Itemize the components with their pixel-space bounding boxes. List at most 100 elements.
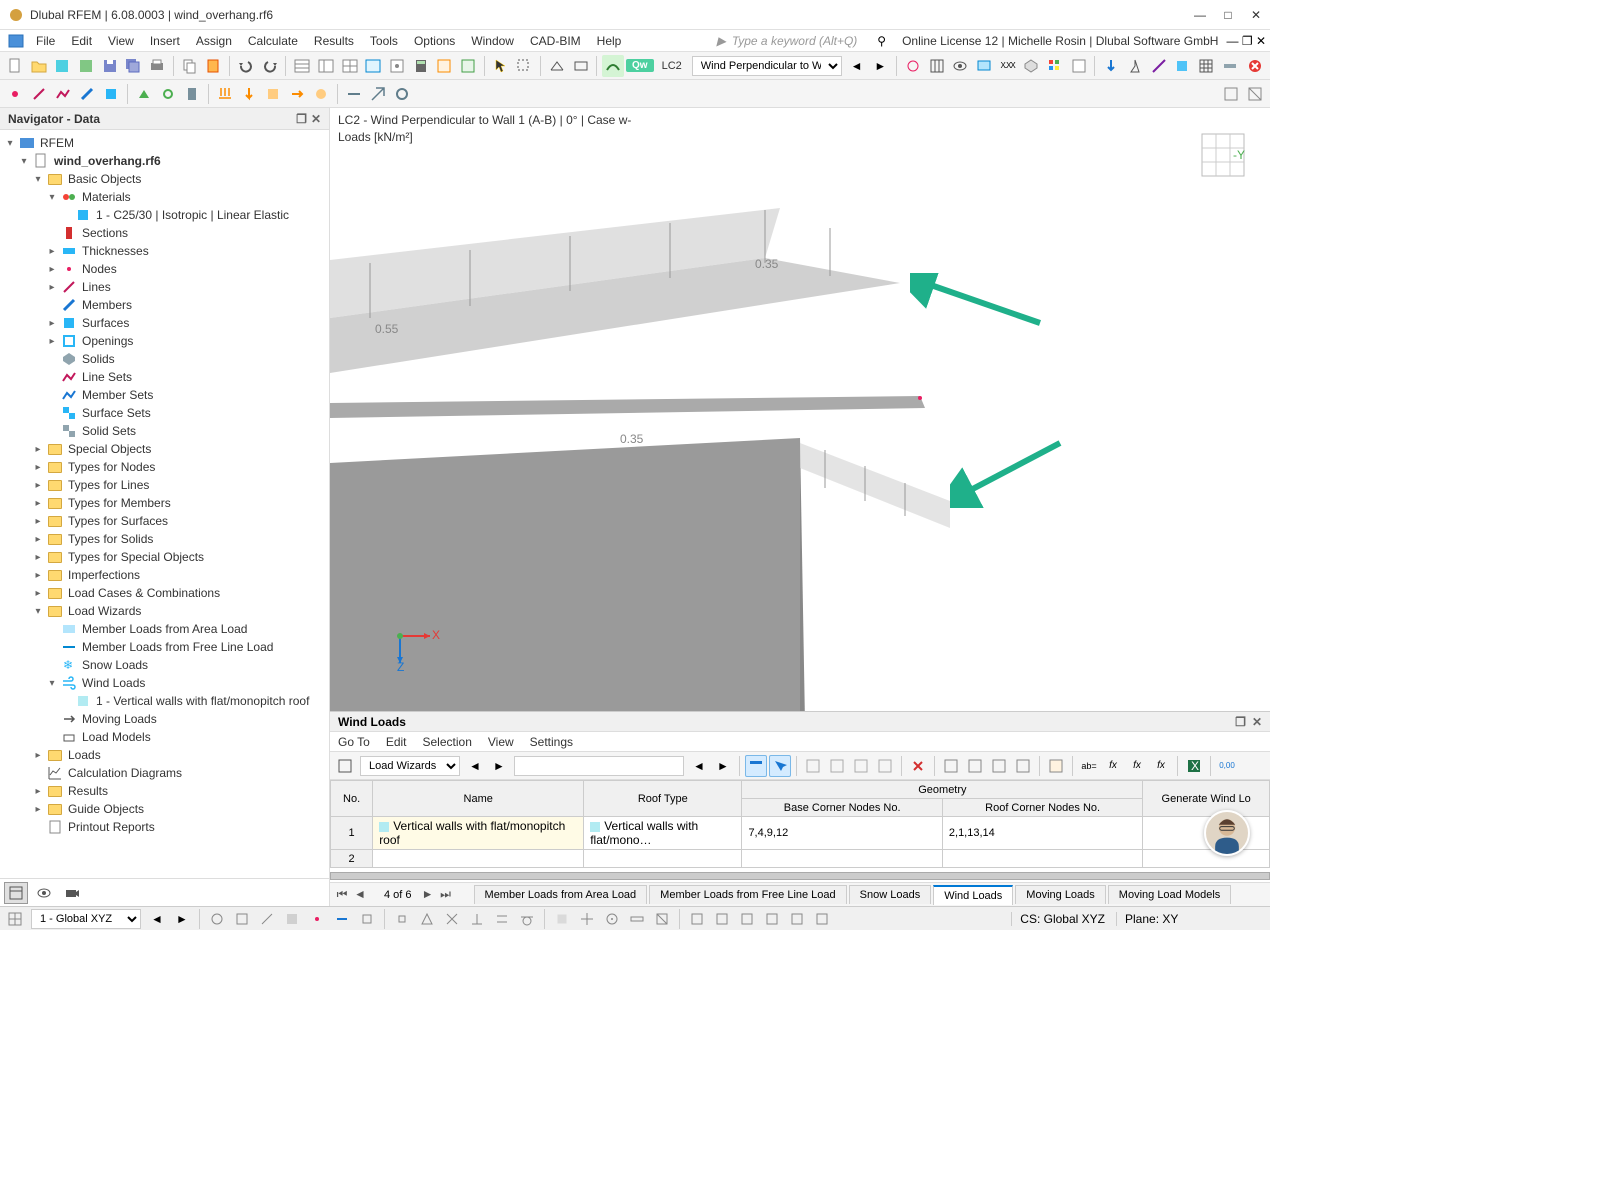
- mod-tool1-icon[interactable]: [343, 83, 365, 105]
- tree-file[interactable]: ▾wind_overhang.rf6: [0, 152, 329, 170]
- tree-wind[interactable]: ▾Wind Loads: [0, 674, 329, 692]
- tree-mlfl[interactable]: Member Loads from Free Line Load: [0, 638, 329, 656]
- tree-material-1[interactable]: 1 - C25/30 | Isotropic | Linear Elastic: [0, 206, 329, 224]
- bp-select-obj-icon[interactable]: [769, 755, 791, 777]
- tree-load-models[interactable]: Load Models: [0, 728, 329, 746]
- tree-types-nodes[interactable]: ▸Types for Nodes: [0, 458, 329, 476]
- tree-surface-sets[interactable]: Surface Sets: [0, 404, 329, 422]
- view-mode2-icon[interactable]: [570, 55, 592, 77]
- lc-prev-icon[interactable]: ◄: [846, 55, 868, 77]
- bp-nav-last-icon[interactable]: ⏭: [438, 887, 454, 902]
- tree-imperfections[interactable]: ▸Imperfections: [0, 566, 329, 584]
- model-manager-icon[interactable]: [75, 55, 97, 77]
- visibility-icon[interactable]: [949, 55, 971, 77]
- col-roof[interactable]: Roof Type: [584, 781, 742, 817]
- colors-icon[interactable]: [1044, 55, 1066, 77]
- copy-icon[interactable]: [179, 55, 201, 77]
- menu-icon[interactable]: [4, 33, 28, 49]
- bp-fx3-icon[interactable]: fx: [1150, 755, 1172, 777]
- load-case-select[interactable]: Wind Perpendicular to Wal…: [692, 56, 842, 76]
- mdi-maximize-button[interactable]: ❐: [1242, 34, 1253, 48]
- print-icon[interactable]: [146, 55, 168, 77]
- sidebar-tab-camera-icon[interactable]: [60, 882, 84, 904]
- sb-osnap1-icon[interactable]: [551, 908, 573, 930]
- select-arrow-icon[interactable]: [490, 55, 512, 77]
- sb-cs-select[interactable]: 1 - Global XYZ: [31, 909, 141, 929]
- save-icon[interactable]: [99, 55, 121, 77]
- menu-file[interactable]: File: [28, 34, 63, 48]
- tree-sections[interactable]: Sections: [0, 224, 329, 242]
- paste-icon[interactable]: [202, 55, 224, 77]
- sb-cs-prev-icon[interactable]: ◄: [146, 908, 168, 930]
- bp-menu-goto[interactable]: Go To: [338, 735, 370, 749]
- menu-view[interactable]: View: [100, 34, 142, 48]
- sb-icon-3[interactable]: [256, 908, 278, 930]
- bp-tool4-icon[interactable]: [1012, 755, 1034, 777]
- bp-edit4-icon[interactable]: [874, 755, 896, 777]
- zoom-window-icon[interactable]: [513, 55, 535, 77]
- sidebar-tab-data-icon[interactable]: [4, 882, 28, 904]
- sb-snap-tan-icon[interactable]: [516, 908, 538, 930]
- load-tool1-icon[interactable]: [214, 83, 236, 105]
- more-options-icon[interactable]: [1219, 55, 1241, 77]
- tree-solid-sets[interactable]: Solid Sets: [0, 422, 329, 440]
- bp-edit1-icon[interactable]: [802, 755, 824, 777]
- col-gen[interactable]: Generate Wind Lo: [1143, 781, 1270, 817]
- save-all-icon[interactable]: [122, 55, 144, 77]
- display-icon[interactable]: [973, 55, 995, 77]
- redo-icon[interactable]: [259, 55, 281, 77]
- line-tool-icon[interactable]: [28, 83, 50, 105]
- menu-assign[interactable]: Assign: [188, 34, 240, 48]
- bp-tab-4[interactable]: Moving Loads: [1015, 885, 1106, 904]
- bp-nav-prev-icon[interactable]: ◄: [352, 887, 368, 902]
- bp-edit2-icon[interactable]: [826, 755, 848, 777]
- maximize-button[interactable]: □: [1222, 8, 1234, 22]
- menu-results[interactable]: Results: [306, 34, 362, 48]
- menu-insert[interactable]: Insert: [142, 34, 188, 48]
- sb-icon-5[interactable]: [306, 908, 328, 930]
- tree-nodes[interactable]: ▸Nodes: [0, 260, 329, 278]
- calculate-icon[interactable]: [410, 55, 432, 77]
- bp-tool3-icon[interactable]: [988, 755, 1010, 777]
- col-roofn[interactable]: Roof Corner Nodes No.: [942, 799, 1142, 817]
- menu-help[interactable]: Help: [589, 34, 630, 48]
- bp-select-row-icon[interactable]: [745, 755, 767, 777]
- properties-icon[interactable]: [386, 55, 408, 77]
- block-manager-icon[interactable]: [51, 55, 73, 77]
- horizontal-scrollbar[interactable]: [330, 872, 1270, 880]
- delete-results-icon[interactable]: [1245, 55, 1267, 77]
- bp-edit3-icon[interactable]: [850, 755, 872, 777]
- sb-osnap3-icon[interactable]: [601, 908, 623, 930]
- tree-root[interactable]: ▾RFEM: [0, 134, 329, 152]
- bp-filter-next-icon[interactable]: ►: [712, 755, 734, 777]
- undo-icon[interactable]: [235, 55, 257, 77]
- bp-menu-edit[interactable]: Edit: [386, 735, 407, 749]
- members-icon[interactable]: [1148, 55, 1170, 77]
- load-tool5-icon[interactable]: [310, 83, 332, 105]
- sb-snap-perp-icon[interactable]: [466, 908, 488, 930]
- add-on-icon[interactable]: [433, 55, 455, 77]
- mod-tool2-icon[interactable]: [367, 83, 389, 105]
- bp-menu-settings[interactable]: Settings: [530, 735, 573, 749]
- sb-osnap5-icon[interactable]: [651, 908, 673, 930]
- table-view1-icon[interactable]: [291, 55, 313, 77]
- bp-next-cat-icon[interactable]: ►: [488, 755, 510, 777]
- new-file-icon[interactable]: [4, 55, 26, 77]
- tree-load-wizards[interactable]: ▾Load Wizards: [0, 602, 329, 620]
- close-button[interactable]: ✕: [1250, 8, 1262, 22]
- tree-types-surfaces[interactable]: ▸Types for Surfaces: [0, 512, 329, 530]
- load-tool2-icon[interactable]: [238, 83, 260, 105]
- tree-guide[interactable]: ▸Guide Objects: [0, 800, 329, 818]
- script-icon[interactable]: [457, 55, 479, 77]
- tree-moving[interactable]: Moving Loads: [0, 710, 329, 728]
- tree-members[interactable]: Members: [0, 296, 329, 314]
- mesh-icon[interactable]: [1195, 55, 1217, 77]
- table-view4-icon[interactable]: [362, 55, 384, 77]
- bp-pin-icon[interactable]: ❐: [1235, 715, 1246, 729]
- bp-num-icon[interactable]: 0,00: [1216, 755, 1238, 777]
- bp-tool2-icon[interactable]: [964, 755, 986, 777]
- sb-snap-mid-icon[interactable]: [416, 908, 438, 930]
- tree-special-objects[interactable]: ▸Special Objects: [0, 440, 329, 458]
- tree-types-members[interactable]: ▸Types for Members: [0, 494, 329, 512]
- bp-tab-1[interactable]: Member Loads from Free Line Load: [649, 885, 846, 904]
